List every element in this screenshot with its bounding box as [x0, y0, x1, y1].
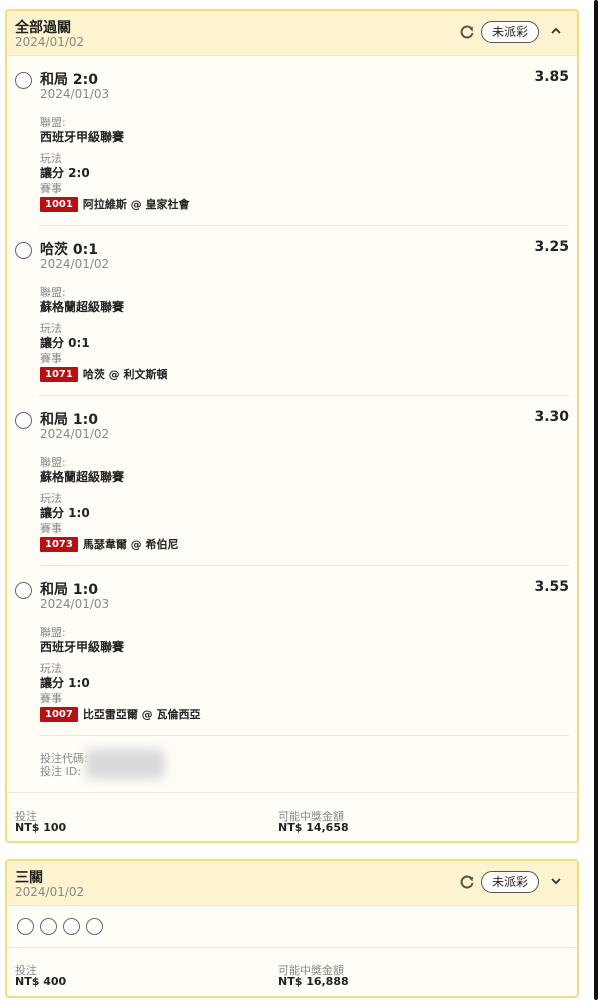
match-teams: 比亞雷亞爾 @ 瓦倫西亞: [82, 708, 201, 721]
event-row: 1001 阿拉維斯 @ 皇家社會: [40, 196, 190, 212]
match-teams: 哈茨 @ 利文斯頓: [82, 368, 168, 381]
league-value: 西班牙甲級聯賽: [40, 640, 125, 654]
event-label: 賽事: [40, 522, 62, 535]
market-value: 讓分 1:0: [40, 676, 90, 690]
leg-odds: 3.85: [534, 69, 569, 85]
league-value: 蘇格蘭超級聯賽: [40, 300, 125, 314]
chevron-down-icon[interactable]: [549, 874, 563, 888]
leg-selection: 和局 1:0: [40, 412, 98, 428]
leg-date: 2024/01/03: [40, 87, 110, 101]
bet-type-title: 全部過關: [15, 20, 71, 36]
bet-card-parlay-three: 三關 2024/01/02 未派彩 投注 NT$ 400 可能中獎金額 NT$ …: [5, 859, 579, 998]
leg-selection: 和局 2:0: [40, 72, 98, 88]
leg-status-radio: [86, 918, 103, 935]
market-value: 讓分 2:0: [40, 166, 90, 180]
bet-leg: 和局 2:0 2024/01/03 3.85 聯盟: 西班牙甲級聯賽 玩法 讓分…: [7, 56, 577, 226]
event-label: 賽事: [40, 692, 62, 705]
bet-card-header[interactable]: 全部過關 2024/01/02 未派彩: [7, 11, 577, 56]
event-row: 1007 比亞雷亞爾 @ 瓦倫西亞: [40, 706, 201, 722]
leg-odds: 3.30: [534, 409, 569, 425]
leg-status-radio: [17, 918, 34, 935]
bet-leg: 和局 1:0 2024/01/02 3.30 聯盟: 蘇格蘭超級聯賽 玩法 讓分…: [7, 396, 577, 566]
bet-identifiers: 投注代碼: 投注 ID:: [40, 752, 88, 778]
divider: [39, 735, 569, 736]
bet-date: 2024/01/02: [15, 885, 85, 899]
match-code-badge: 1001: [40, 196, 78, 212]
market-value: 讓分 1:0: [40, 506, 90, 520]
leg-status-radio: [40, 918, 57, 935]
leg-odds: 3.25: [534, 239, 569, 255]
event-label: 賽事: [40, 352, 62, 365]
bet-id-label: 投注 ID:: [40, 765, 81, 778]
bet-code-label: 投注代碼:: [40, 752, 88, 765]
market-value: 讓分 0:1: [40, 336, 90, 350]
scrollbar[interactable]: [594, 0, 598, 1000]
stake-value: NT$ 100: [15, 821, 67, 834]
status-badge: 未派彩: [481, 21, 539, 43]
match-code-badge: 1073: [40, 536, 78, 552]
bet-date: 2024/01/02: [15, 35, 85, 49]
bet-leg: 哈茨 0:1 2024/01/02 3.25 聯盟: 蘇格蘭超級聯賽 玩法 讓分…: [7, 226, 577, 396]
leg-status-radio: [15, 242, 32, 259]
league-value: 蘇格蘭超級聯賽: [40, 470, 125, 484]
leg-status-radio: [63, 918, 80, 935]
bet-card-header[interactable]: 三關 2024/01/02 未派彩: [7, 861, 577, 906]
status-badge: 未派彩: [481, 871, 539, 893]
chevron-up-icon[interactable]: [549, 24, 563, 38]
leg-status-radio: [15, 72, 32, 89]
match-code-badge: 1071: [40, 366, 78, 382]
leg-status-radio: [15, 582, 32, 599]
event-label: 賽事: [40, 182, 62, 195]
leg-date: 2024/01/02: [40, 257, 110, 271]
leg-date: 2024/01/02: [40, 427, 110, 441]
leg-selection: 哈茨 0:1: [40, 242, 98, 258]
redacted-id: [85, 749, 165, 779]
payout-value: NT$ 14,658: [278, 821, 349, 834]
bet-leg: 和局 1:0 2024/01/03 3.55 聯盟: 西班牙甲級聯賽 玩法 讓分…: [7, 566, 577, 736]
stake-value: NT$ 400: [15, 975, 67, 988]
league-value: 西班牙甲級聯賽: [40, 130, 125, 144]
event-row: 1071 哈茨 @ 利文斯頓: [40, 366, 168, 382]
match-code-badge: 1007: [40, 706, 78, 722]
leg-status-radio: [15, 412, 32, 429]
leg-odds: 3.55: [534, 579, 569, 595]
divider: [7, 947, 577, 948]
divider: [7, 792, 577, 793]
leg-selection: 和局 1:0: [40, 582, 98, 598]
event-row: 1073 馬瑟韋爾 @ 希伯尼: [40, 536, 179, 552]
bet-type-title: 三關: [15, 870, 43, 886]
bet-card-parlay-all: 全部過關 2024/01/02 未派彩 和局 2:0 2024/01/03 3.…: [5, 9, 579, 843]
refresh-icon[interactable]: [458, 23, 476, 41]
leg-date: 2024/01/03: [40, 597, 110, 611]
match-teams: 馬瑟韋爾 @ 希伯尼: [82, 538, 179, 551]
refresh-icon[interactable]: [458, 873, 476, 891]
payout-value: NT$ 16,888: [278, 975, 349, 988]
match-teams: 阿拉維斯 @ 皇家社會: [82, 198, 190, 211]
bet-history-page: 全部過關 2024/01/02 未派彩 和局 2:0 2024/01/03 3.…: [0, 0, 613, 1000]
